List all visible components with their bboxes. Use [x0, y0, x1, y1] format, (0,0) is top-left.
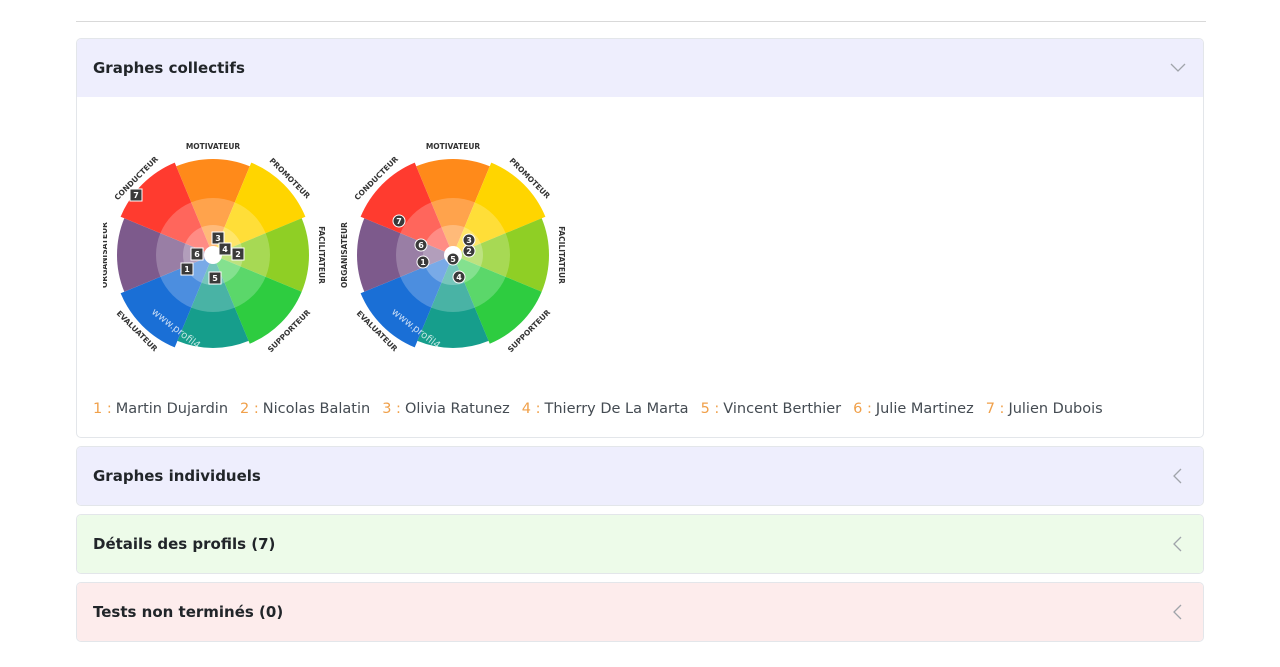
marker-number: 7: [396, 217, 402, 226]
top-divider: [76, 21, 1206, 22]
legend-item: 1 : Martin Dujardin: [93, 401, 228, 417]
legend-number: 5 :: [700, 401, 720, 417]
panel-title-collective: Graphes collectifs: [93, 59, 245, 77]
person-marker[interactable]: 1: [180, 262, 194, 276]
legend-item: 3 : Olivia Ratunez: [382, 401, 510, 417]
panel-collective-graphs: Graphes collectifs MOTIVATEUR PROMOTEUR FA…: [76, 38, 1204, 438]
marker-number: 6: [418, 241, 424, 250]
collective-charts: MOTIVATEURPROMOTEURFACILITATEURSUPPORTEU…: [103, 142, 566, 357]
marker-number: 7: [133, 191, 139, 200]
legend-item: 5 : Vincent Berthier: [701, 401, 842, 417]
segment-label: ORGANISATEUR: [340, 222, 349, 288]
legend: 1 : Martin Dujardin 2 : Nicolas Balatin 3 :O…: [93, 401, 1115, 417]
chevron-left-icon[interactable]: [1169, 535, 1187, 553]
wheel-chart-adapte: MOTIVATEURPROMOTEURFACILITATEURSUPPORTEU…: [103, 142, 326, 357]
legend-name: Julien Dubois: [1008, 401, 1103, 417]
marker-number: 2: [466, 247, 472, 256]
marker-number: 4: [222, 245, 228, 254]
person-marker[interactable]: 7: [129, 188, 143, 202]
legend-item: 2 : Nicolas Balatin: [240, 401, 370, 417]
person-marker[interactable]: 6: [414, 238, 428, 252]
legend-name: Olivia Ratunez: [404, 401, 510, 417]
panel-header-individual[interactable]: Graphes individuels: [77, 447, 1203, 505]
chevron-left-icon[interactable]: [1169, 467, 1187, 485]
marker-number: 2: [235, 250, 241, 259]
marker-number: 4: [456, 273, 462, 282]
panel-title-individual: Graphes individuels: [93, 467, 261, 485]
legend-name: Thierry De La Marta: [544, 401, 689, 417]
legend-name: Julie Martinez: [875, 401, 974, 417]
person-marker[interactable]: 2: [231, 247, 245, 261]
legend-number: 4 :: [521, 401, 541, 417]
legend-number: 1 :: [93, 401, 112, 417]
panel-title-details: Détails des profils (7): [93, 535, 276, 553]
legend-number: 6 :: [853, 401, 872, 417]
legend-item: 6 : Julie Martinez: [853, 401, 974, 417]
chevron-down-icon[interactable]: [1169, 59, 1187, 77]
person-marker[interactable]: 6: [190, 247, 204, 261]
chevron-left-icon[interactable]: [1169, 603, 1187, 621]
segment-label: FACILITATEUR: [317, 226, 326, 284]
legend-name: Nicolas Balatin: [262, 401, 371, 417]
person-marker[interactable]: 3: [462, 233, 476, 247]
marker-number: 1: [184, 265, 190, 274]
panel-title-unfinished: Tests non terminés (0): [93, 603, 284, 621]
marker-number: 3: [466, 236, 472, 245]
person-marker[interactable]: 4: [218, 242, 232, 256]
panel-header-collective[interactable]: Graphes collectifs: [77, 39, 1203, 97]
segment-label: FACILITATEUR: [557, 226, 566, 284]
panel-header-unfinished[interactable]: Tests non terminés (0): [77, 583, 1203, 641]
marker-number: 3: [215, 234, 221, 243]
legend-number: 3 :: [382, 401, 401, 417]
panel-unfinished-tests: Tests non terminés (0): [76, 582, 1204, 642]
segment-label: ORGANISATEUR: [103, 222, 109, 288]
segment-label: MOTIVATEUR: [426, 142, 481, 151]
panel-header-details[interactable]: Détails des profils (7): [77, 515, 1203, 573]
legend-name: Vincent Berthier: [723, 401, 842, 417]
person-marker[interactable]: 7: [392, 214, 406, 228]
person-marker[interactable]: 2: [462, 244, 476, 258]
marker-number: 5: [450, 255, 456, 264]
marker-number: 1: [420, 258, 426, 267]
legend-number: 7 :: [985, 401, 1005, 417]
legend-item: 7 : Julien Dubois: [986, 401, 1103, 417]
person-marker[interactable]: 4: [452, 270, 466, 284]
person-marker[interactable]: 5: [208, 271, 222, 285]
legend-item: 4 : Thierry De La Marta: [522, 401, 689, 417]
person-marker[interactable]: 1: [416, 255, 430, 269]
legend-number: 2 :: [240, 401, 259, 417]
legend-name: Martin Dujardin: [115, 401, 229, 417]
wheel-chart-naturel: MOTIVATEURPROMOTEURFACILITATEURSUPPORTEU…: [340, 142, 566, 357]
marker-number: 6: [194, 250, 200, 259]
panel-individual-graphs: Graphes individuels: [76, 446, 1204, 506]
segment-label: MOTIVATEUR: [186, 142, 241, 151]
person-marker[interactable]: 5: [446, 252, 460, 266]
panel-profile-details: Détails des profils (7): [76, 514, 1204, 574]
person-marker[interactable]: 3: [211, 231, 225, 245]
marker-number: 5: [212, 274, 218, 283]
